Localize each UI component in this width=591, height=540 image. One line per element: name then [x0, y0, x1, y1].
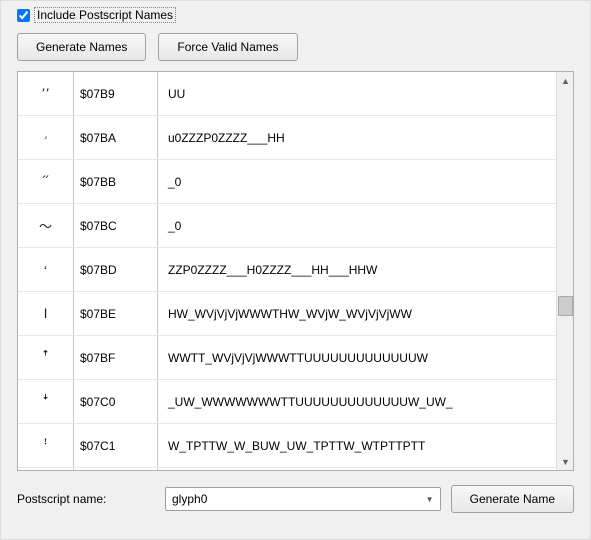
glyph-cell: ՛՛	[18, 160, 74, 203]
code-cell: $07BB	[74, 160, 158, 203]
name-cell: _UW_WWWWWWWTTUUUUUUUUUUUUUW_UW_	[158, 395, 556, 409]
checkbox-row: Include Postscript Names	[17, 7, 574, 23]
glyph-cell: ꜝ	[18, 424, 74, 467]
glyph-cell: ⵏ	[18, 292, 74, 335]
code-cell: $07BD	[74, 248, 158, 291]
vertical-scrollbar[interactable]: ▲ ▼	[556, 72, 573, 470]
scroll-up-arrow-icon[interactable]: ▲	[557, 72, 574, 89]
glyph-cell: ꜜ	[18, 380, 74, 423]
code-cell: $07BF	[74, 336, 158, 379]
table-row[interactable]: ꜜ $07C0 _UW_WWWWWWWTTUUUUUUUUUUUUUW_UW_	[18, 380, 556, 424]
postscript-name-input[interactable]	[165, 487, 441, 511]
table-row[interactable]: ՚՚ $07B9 UU	[18, 72, 556, 116]
dialog-panel: Include Postscript Names Generate Names …	[0, 0, 591, 540]
name-cell: W_TPTTW_W_BUW_UW_TPTTW_WTPTTPTT	[158, 439, 556, 453]
glyph-cell: ۥ	[18, 116, 74, 159]
name-cell: UU	[158, 87, 556, 101]
table-row[interactable]: ꜝ $07C1 W_TPTTW_W_BUW_UW_TPTTW_WTPTTPTT	[18, 424, 556, 468]
glyph-table: ՚՚ $07B9 UU ۥ $07BA u0ZZZP0ZZZZ___HH ՛՛ …	[17, 71, 574, 471]
name-cell: _0	[158, 175, 556, 189]
table-row[interactable]: ‘ $07BD ZZP0ZZZZ___H0ZZZZ___HH___HHW	[18, 248, 556, 292]
name-cell: _0	[158, 219, 556, 233]
table-row[interactable]: ꜞ $07C2 TTTW_W_B1B1UUUUUUUUW_W_B1B1UUUU	[18, 468, 556, 470]
code-cell: $07C0	[74, 380, 158, 423]
postscript-name-combo[interactable]: ▼	[165, 487, 441, 511]
code-cell: $07BA	[74, 116, 158, 159]
code-cell: $07C1	[74, 424, 158, 467]
generate-name-button[interactable]: Generate Name	[451, 485, 574, 513]
include-postscript-checkbox[interactable]	[17, 9, 30, 22]
table-row[interactable]: ꜛ $07BF WWTT_WVjVjVjWWWTTUUUUUUUUUUUUUW	[18, 336, 556, 380]
table-row[interactable]: ～ $07BC _0	[18, 204, 556, 248]
table-row[interactable]: ՛՛ $07BB _0	[18, 160, 556, 204]
generate-names-button[interactable]: Generate Names	[17, 33, 146, 61]
table-row[interactable]: ⵏ $07BE HW_WVjVjVjWWWTHW_WVjW_WVjVjVjWW	[18, 292, 556, 336]
glyph-cell: ՚՚	[18, 72, 74, 115]
code-cell: $07B9	[74, 72, 158, 115]
postscript-row: Postscript name: ▼ Generate Name	[17, 485, 574, 513]
name-cell: ZZP0ZZZZ___H0ZZZZ___HH___HHW	[158, 263, 556, 277]
glyph-cell: ～	[18, 204, 74, 247]
name-cell: HW_WVjVjVjWWWTHW_WVjW_WVjVjVjWW	[158, 307, 556, 321]
name-cell: u0ZZZP0ZZZZ___HH	[158, 131, 556, 145]
name-cell: WWTT_WVjVjVjWWWTTUUUUUUUUUUUUUW	[158, 351, 556, 365]
button-row: Generate Names Force Valid Names	[17, 33, 574, 61]
code-cell: $07BE	[74, 292, 158, 335]
table-row[interactable]: ۥ $07BA u0ZZZP0ZZZZ___HH	[18, 116, 556, 160]
scroll-thumb[interactable]	[558, 296, 573, 316]
force-valid-names-button[interactable]: Force Valid Names	[158, 33, 297, 61]
glyph-cell: ꜞ	[18, 468, 74, 470]
code-cell: $07C2	[74, 468, 158, 470]
include-postscript-label: Include Postscript Names	[34, 7, 176, 23]
table-body: ՚՚ $07B9 UU ۥ $07BA u0ZZZP0ZZZZ___HH ՛՛ …	[18, 72, 556, 470]
postscript-name-label: Postscript name:	[17, 492, 155, 506]
glyph-cell: ‘	[18, 248, 74, 291]
code-cell: $07BC	[74, 204, 158, 247]
scroll-down-arrow-icon[interactable]: ▼	[557, 453, 574, 470]
glyph-cell: ꜛ	[18, 336, 74, 379]
